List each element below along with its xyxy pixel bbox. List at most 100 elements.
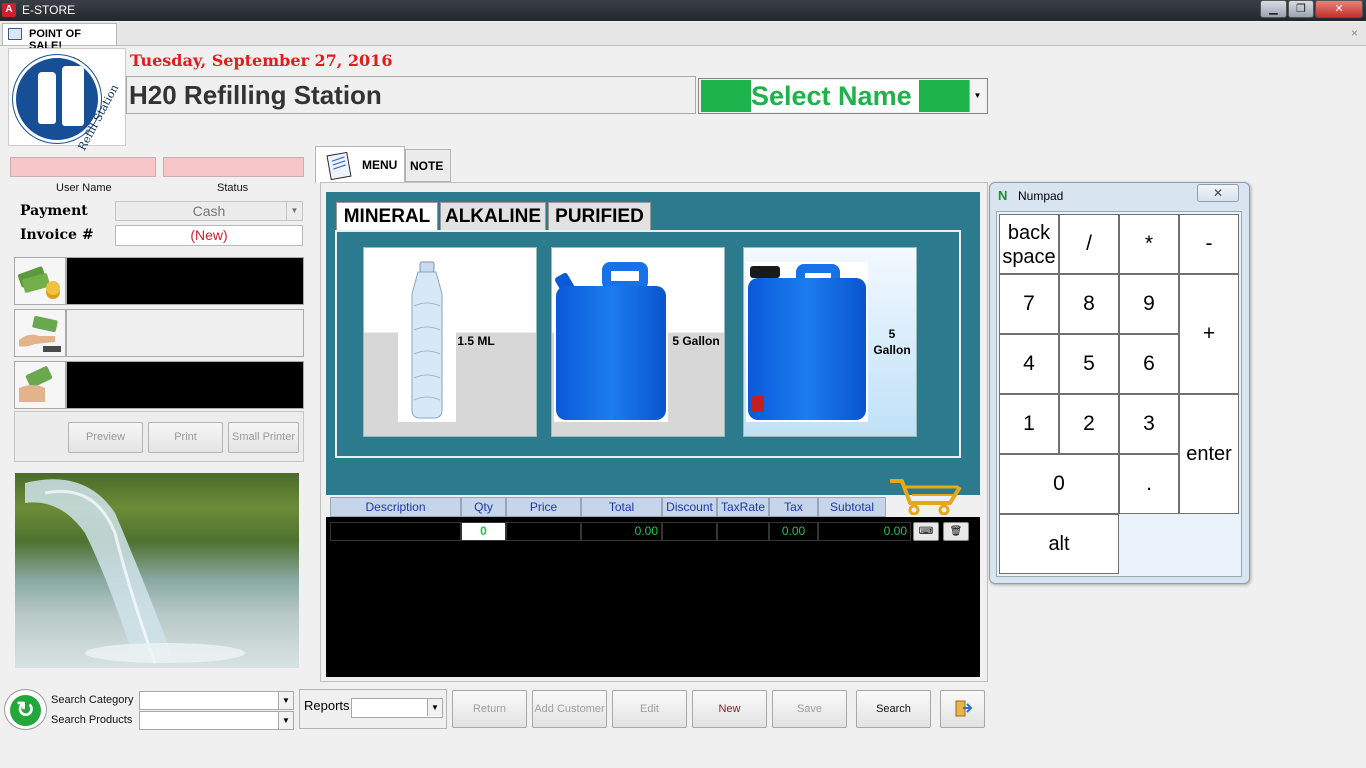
close-document-icon[interactable]: ×	[1351, 26, 1358, 40]
preview-button[interactable]: Preview	[68, 422, 143, 453]
cell-subtotal[interactable]: 0.00	[818, 522, 911, 541]
tab-point-of-sale[interactable]: POINT OF SALE!	[2, 23, 117, 52]
chevron-down-icon[interactable]: ▼	[427, 699, 442, 716]
payment-value: Cash	[192, 203, 226, 219]
tab-menu-label: MENU	[362, 158, 398, 172]
window-title-bar: A E-STORE ▁ ❐ ✕	[0, 0, 1366, 21]
key-7[interactable]: 7	[999, 274, 1059, 334]
tab-purified[interactable]: PURIFIED	[548, 202, 651, 231]
cell-tax[interactable]: 0.00	[769, 522, 818, 541]
tab-menu[interactable]: MENU	[315, 146, 405, 183]
key-backspace[interactable]: back space	[999, 214, 1059, 274]
cell-taxrate[interactable]	[717, 522, 769, 541]
numpad-close-button[interactable]: ✕	[1197, 184, 1239, 202]
chevron-down-icon[interactable]: ▼	[278, 712, 293, 729]
payment-select[interactable]: Cash ▼	[115, 201, 303, 221]
chevron-down-icon[interactable]: ▼	[278, 692, 293, 709]
chevron-down-icon[interactable]: ▼	[969, 80, 985, 112]
key-3[interactable]: 3	[1119, 394, 1179, 454]
cell-price[interactable]	[506, 522, 581, 541]
cash-payment-icon	[14, 361, 66, 409]
station-name: H20 Refilling Station	[126, 76, 696, 114]
search-category-select[interactable]: ▼	[139, 691, 294, 710]
refill-station-logo: Refill Station	[8, 48, 126, 153]
numpad-keys: back space / * - 7 8 9 + 4 5 6 1 2 3 ent…	[996, 211, 1242, 577]
status-label: Status	[217, 182, 249, 194]
numpad-title: Numpad	[1018, 189, 1064, 203]
new-button[interactable]: New	[692, 690, 767, 728]
close-button[interactable]: ✕	[1315, 0, 1363, 18]
search-products-select[interactable]: ▼	[139, 711, 294, 730]
key-multiply[interactable]: *	[1119, 214, 1179, 274]
tendered-amount-field[interactable]	[66, 361, 304, 409]
print-button[interactable]: Print	[148, 422, 223, 453]
search-category-label: Search Category	[51, 694, 134, 706]
invoice-label: Invoice #	[20, 227, 94, 243]
shopping-cart-icon[interactable]	[888, 473, 968, 515]
product-name-line2: Gallon	[873, 343, 911, 357]
key-9[interactable]: 9	[1119, 274, 1179, 334]
cell-description[interactable]	[330, 522, 461, 541]
user-name-label: User Name	[56, 182, 112, 194]
key-dot[interactable]: .	[1119, 454, 1179, 514]
key-6[interactable]: 6	[1119, 334, 1179, 394]
invoice-field[interactable]: (New)	[115, 225, 303, 246]
key-5[interactable]: 5	[1059, 334, 1119, 394]
col-description: Description	[330, 497, 461, 517]
water-stream-image	[15, 473, 299, 668]
cash-amount-field[interactable]	[66, 257, 304, 305]
col-taxrate: TaxRate	[717, 497, 769, 517]
search-button[interactable]: Search	[856, 690, 931, 728]
edit-button[interactable]: Edit	[612, 690, 687, 728]
window-title: E-STORE	[22, 3, 76, 17]
blue-jug-icon	[556, 286, 666, 420]
tab-note[interactable]: NOTE	[405, 149, 451, 182]
refresh-icon[interactable]: ↻	[4, 689, 47, 730]
cash-handover-icon	[14, 309, 66, 357]
key-4[interactable]: 4	[999, 334, 1059, 394]
product-card-5-gallon[interactable]: 5 Gallon	[551, 247, 725, 437]
chevron-down-icon[interactable]: ▼	[286, 202, 302, 220]
maximize-button[interactable]: ❐	[1288, 0, 1314, 18]
key-minus[interactable]: -	[1179, 214, 1239, 274]
key-plus[interactable]: +	[1179, 274, 1239, 394]
user-name-field[interactable]	[10, 157, 156, 177]
key-2[interactable]: 2	[1059, 394, 1119, 454]
key-backspace-line2: space	[1002, 246, 1056, 268]
cell-total[interactable]: 0.00	[581, 522, 662, 541]
change-amount-field[interactable]	[66, 309, 304, 357]
key-0[interactable]: 0	[999, 454, 1119, 514]
add-customer-button[interactable]: Add Customer	[532, 690, 607, 728]
key-1[interactable]: 1	[999, 394, 1059, 454]
small-printer-button[interactable]: Small Printer	[228, 422, 299, 453]
key-slash[interactable]: /	[1059, 214, 1119, 274]
cell-qty[interactable]: 0	[461, 522, 506, 541]
keyboard-icon[interactable]: ⌨	[913, 522, 939, 541]
return-button[interactable]: Return	[452, 690, 527, 728]
form-icon	[8, 28, 22, 40]
tab-note-label: NOTE	[410, 159, 444, 173]
key-alt[interactable]: alt	[999, 514, 1119, 574]
tab-mineral[interactable]: MINERAL	[336, 202, 438, 232]
key-8[interactable]: 8	[1059, 274, 1119, 334]
col-discount: Discount	[662, 497, 717, 517]
key-enter[interactable]: enter	[1179, 394, 1239, 514]
reports-select[interactable]: ▼	[351, 698, 443, 718]
product-name: 1.5 ML	[457, 334, 495, 348]
product-card-5-gallon-faucet[interactable]: 5 Gallon	[743, 247, 917, 437]
delete-icon[interactable]: 🗑	[943, 522, 969, 541]
payment-label: Payment	[20, 203, 88, 219]
key-backspace-line1: back	[1007, 222, 1051, 244]
exit-button[interactable]	[940, 690, 985, 728]
cell-discount[interactable]	[662, 522, 717, 541]
status-field[interactable]	[163, 157, 304, 177]
product-card-1-5ml[interactable]: 1.5 ML	[363, 247, 537, 437]
jug-cap	[750, 266, 780, 278]
minimize-button[interactable]: ▁	[1260, 0, 1287, 18]
save-button[interactable]: Save	[772, 690, 847, 728]
select-name-dropdown[interactable]: Select Name ▼	[698, 78, 988, 114]
small-bottle-icon	[38, 72, 56, 124]
tab-alkaline[interactable]: ALKALINE	[440, 202, 546, 231]
document-tab-bar: POINT OF SALE! ×	[0, 22, 1366, 52]
search-products-label: Search Products	[51, 714, 133, 726]
